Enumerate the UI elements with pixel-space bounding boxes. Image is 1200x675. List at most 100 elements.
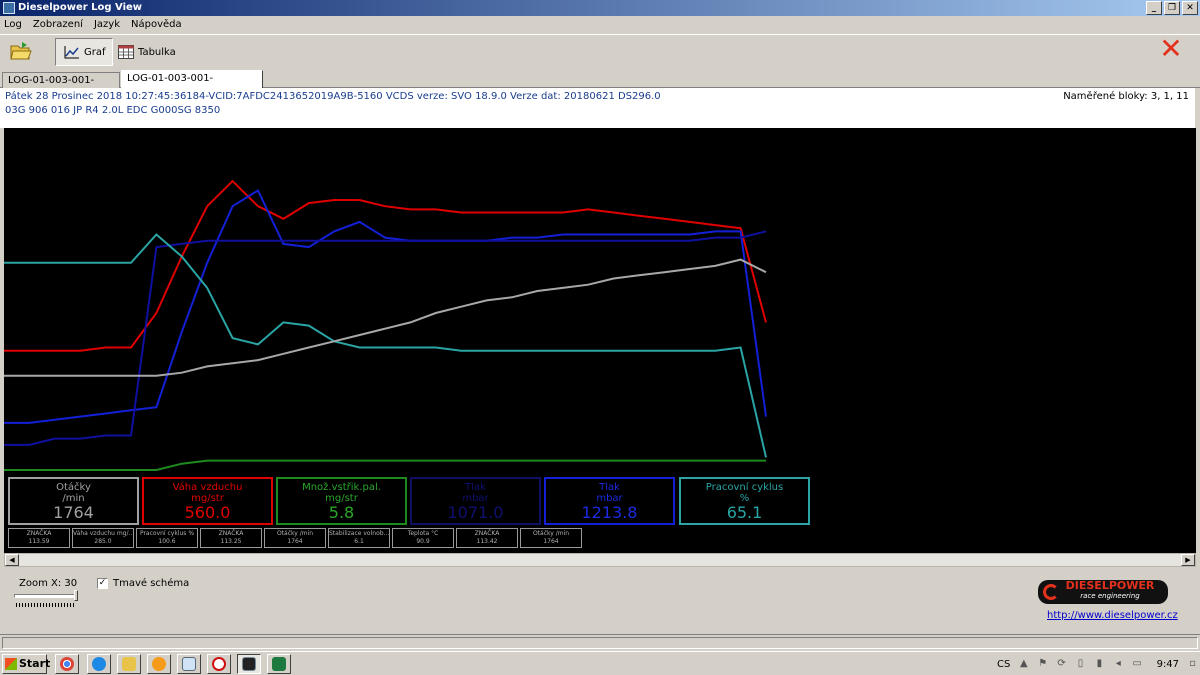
close-log-icon[interactable]: ✕	[1158, 35, 1184, 63]
mini-gauge-6: Teplota °C 90.9	[392, 528, 454, 548]
mini-gauge-2: Pracovní cyklus % 100.6	[136, 528, 198, 548]
bottom-panel: Zoom X: 30 ✓ Tmavé schéma DIESELPOWER ra…	[0, 568, 1200, 632]
menu-help[interactable]: Nápověda	[131, 19, 182, 30]
menu-view[interactable]: Zobrazení	[33, 19, 83, 30]
start-label: Start	[19, 657, 51, 670]
log-chart[interactable]	[4, 128, 1196, 471]
app-window: Dieselpower Log View _ ❐ ✕ Log Zobrazení…	[0, 0, 1200, 675]
gauge-value: 65.1	[726, 503, 763, 522]
infinity-icon	[212, 657, 226, 671]
menu-language[interactable]: Jazyk	[94, 19, 120, 30]
mini-gauge-name: Váha vzduchu mg/...	[73, 530, 134, 537]
file-tabs: LOG-01-003-001-011.CSV LOG-01-003-001-01…	[0, 70, 1200, 101]
mini-gauge-name: Pracovní cyklus %	[139, 530, 195, 537]
sync-icon[interactable]: ⟳	[1056, 658, 1067, 670]
restore-button[interactable]: ❐	[1164, 1, 1180, 15]
mini-gauge-value: 1764	[543, 538, 559, 545]
scroll-right-icon[interactable]: ▶	[1181, 554, 1195, 566]
app-icon	[3, 2, 15, 14]
menu-bar: Log Zobrazení Jazyk Nápověda	[0, 16, 1200, 33]
mini-gauge-value: 90.9	[416, 538, 430, 545]
zoom-label: Zoom X: 30	[19, 578, 78, 589]
mini-gauge-name: Teplota °C	[407, 530, 439, 537]
mini-gauge-0: ZNAČKA 113.59	[8, 528, 70, 548]
start-button[interactable]: Start	[2, 654, 51, 674]
taskbar-explorer[interactable]	[117, 654, 141, 674]
system-tray: CS ▲ ⚑ ⟳ ▯ ▮ ◂ ▭ 9:47 ▫	[993, 654, 1198, 674]
window-controls: _ ❐ ✕	[1146, 1, 1198, 15]
toolbar: Graf Tabulka	[0, 34, 1200, 70]
taskbar-notepad[interactable]	[177, 654, 201, 674]
zoom-slider[interactable]	[14, 594, 76, 598]
mini-gauge-value: 285.0	[94, 538, 112, 545]
chart-series-1	[4, 189, 767, 424]
horizontal-scrollbar[interactable]: ◀ ▶	[4, 553, 1196, 567]
flag-icon[interactable]: ⚑	[1037, 658, 1048, 670]
status-bar	[0, 634, 1200, 650]
internet-explorer-icon	[92, 657, 106, 671]
table-icon	[118, 45, 134, 59]
dark-scheme-checkbox[interactable]: ✓	[97, 578, 108, 589]
chrome-icon	[60, 657, 74, 671]
windows-logo-icon	[5, 658, 17, 670]
mini-gauge-4: Otáčky /min 1764	[264, 528, 326, 548]
gauge-5: Pracovní cyklus% 65.1	[679, 477, 810, 525]
table-label: Tabulka	[138, 46, 176, 58]
show-hidden-icon[interactable]: ▲	[1018, 658, 1029, 670]
menu-log[interactable]: Log	[4, 19, 22, 30]
taskbar-chrome[interactable]	[55, 654, 79, 674]
graph-view-button[interactable]: Graf	[55, 38, 113, 66]
tab-log-csv[interactable]: LOG-01-003-001-011.CSV	[2, 72, 120, 101]
chart-series-0	[4, 179, 767, 352]
usb-icon[interactable]: ▯	[1075, 658, 1086, 670]
chart-series-5	[4, 459, 766, 471]
gauge-panel: Otáčky/min 1764 Váha vzduchu mg/str 560.0 Mno…	[4, 471, 1196, 553]
scroll-left-icon[interactable]: ◀	[5, 554, 19, 566]
chart-icon	[64, 46, 79, 59]
tab-log-trimmed[interactable]: LOG-01-003-001-011ořízlá.csv	[121, 70, 263, 99]
gauge-name: Váha vzduchu	[172, 482, 243, 493]
language-indicator[interactable]: CS	[997, 659, 1010, 670]
clock: 9:47	[1156, 658, 1180, 670]
taskbar: Start CS ▲ ⚑ ⟳ ▯ ▮ ◂ ▭ 9:47 ▫	[0, 651, 1200, 675]
gauge-name: Otáčky	[56, 482, 91, 493]
gauge-name: Tlak	[599, 482, 620, 493]
media-player-icon	[152, 657, 166, 671]
open-folder-button[interactable]	[10, 41, 32, 61]
mini-gauge-name: ZNAČKA	[218, 530, 244, 537]
zoom-slider-thumb[interactable]	[74, 590, 78, 601]
mini-gauge-value: 113.25	[220, 538, 242, 545]
website-link[interactable]: http://www.dieselpower.cz	[1047, 610, 1178, 621]
gauge-0: Otáčky/min 1764	[8, 477, 139, 525]
taskbar-media-player[interactable]	[147, 654, 171, 674]
logo-swirl-icon	[1043, 584, 1059, 600]
volume-icon[interactable]: ◂	[1113, 658, 1124, 670]
mini-gauge-value: 6.1	[354, 538, 364, 545]
taskbar-excel[interactable]	[267, 654, 291, 674]
taskbar-recorder[interactable]	[207, 654, 231, 674]
display-icon[interactable]: ▭	[1132, 658, 1143, 670]
zoom-ticks	[16, 603, 76, 607]
gauge-1: Váha vzduchu mg/str 560.0	[142, 477, 273, 525]
minimize-button[interactable]: _	[1146, 1, 1162, 15]
close-window-button[interactable]: ✕	[1182, 1, 1198, 15]
logview-icon	[242, 657, 256, 671]
table-view-button[interactable]: Tabulka	[118, 38, 184, 66]
mini-gauge-value: 113.42	[476, 538, 498, 545]
window-title: Dieselpower Log View	[18, 2, 143, 13]
taskbar-ie[interactable]	[87, 654, 111, 674]
gauge-value: 1213.8	[581, 503, 638, 522]
mini-gauge-8: Otáčky /min 1764	[520, 528, 582, 548]
measured-blocks: Naměřené bloky: 3, 1, 11	[1063, 91, 1189, 102]
gauge-3: Tlak mbar 1071.0	[410, 477, 541, 525]
gauge-name: Pracovní cyklus	[705, 482, 784, 493]
mini-gauge-name: Otáčky /min	[276, 530, 314, 537]
chart-canvas	[4, 179, 767, 471]
mini-gauge-value: 1764	[287, 538, 303, 545]
network-icon[interactable]: ▮	[1094, 658, 1105, 670]
taskbar-logview[interactable]	[237, 654, 261, 674]
action-center-icon[interactable]: ▫	[1187, 658, 1198, 670]
graph-label: Graf	[84, 46, 106, 58]
ecu-info-line: 03G 906 016 JP R4 2.0L EDC G000SG 8350	[5, 105, 221, 116]
chart-series-3	[4, 233, 767, 458]
